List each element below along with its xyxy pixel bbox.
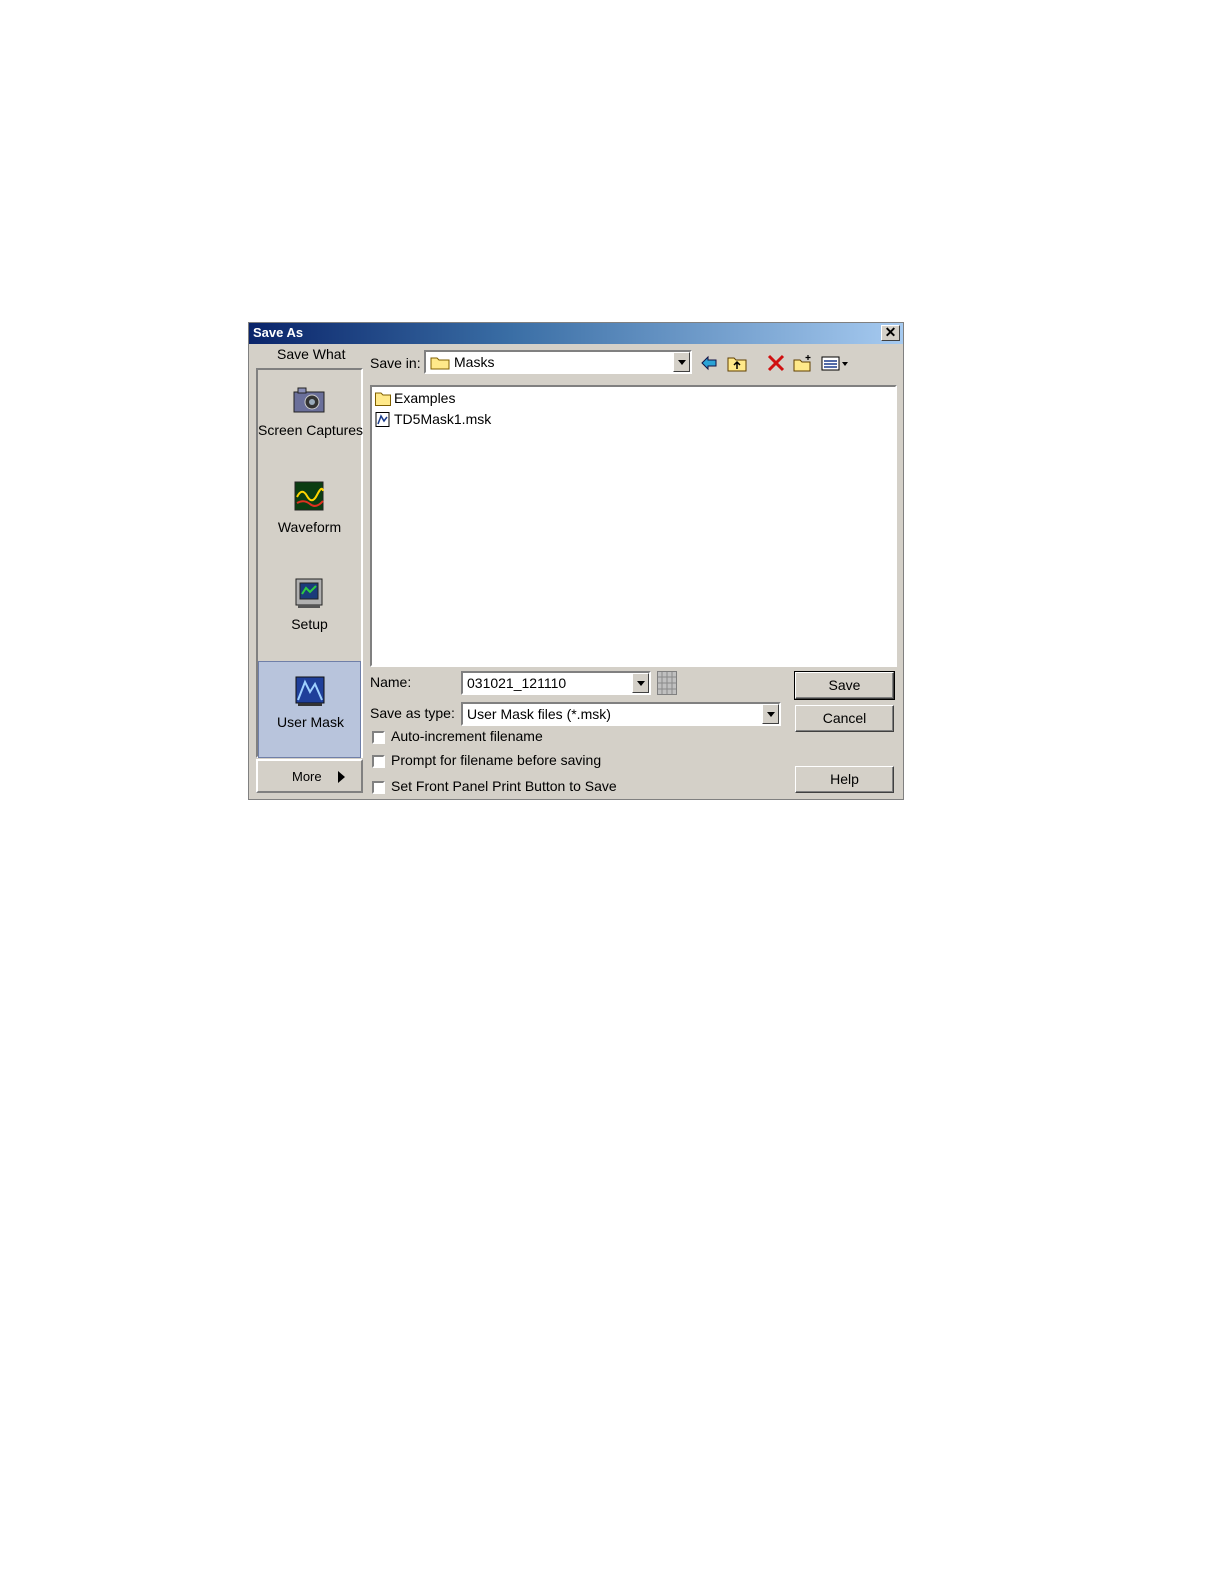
more-button[interactable]: More — [256, 759, 363, 793]
save-in-dropdown[interactable]: Masks — [424, 350, 692, 374]
save-what-sidebar: Screen Captures Waveform Setup User Mask — [256, 368, 363, 758]
sidebar-item-label: Waveform — [277, 519, 342, 535]
sidebar-item-user-mask[interactable]: User Mask — [258, 661, 361, 758]
camera-icon — [293, 387, 325, 413]
save-as-type-label: Save as type: — [370, 705, 455, 721]
sidebar-item-screen-captures[interactable]: Screen Captures — [258, 370, 364, 467]
keypad-icon[interactable] — [657, 671, 677, 695]
file-list[interactable]: Examples TD5Mask1.msk — [370, 385, 897, 667]
title-bar[interactable]: Save As ✕ — [249, 323, 903, 344]
mask-file-icon — [375, 412, 390, 427]
sidebar-item-label: Setup — [291, 616, 328, 632]
setup-icon — [295, 578, 323, 608]
view-menu-icon[interactable] — [821, 354, 851, 372]
front-panel-print-checkbox[interactable] — [372, 781, 385, 794]
save-what-label: Save What — [277, 346, 346, 362]
new-folder-icon[interactable] — [793, 354, 813, 372]
save-as-dialog: Save As ✕ Save What Screen Captures Wave… — [248, 322, 904, 800]
sidebar-item-label: User Mask — [277, 714, 344, 730]
chevron-down-icon[interactable] — [762, 704, 779, 724]
save-as-type-value: User Mask files (*.msk) — [467, 706, 611, 722]
chevron-down-icon[interactable] — [632, 673, 649, 693]
save-as-type-dropdown[interactable]: User Mask files (*.msk) — [461, 702, 781, 726]
list-item[interactable]: Examples — [375, 390, 575, 408]
waveform-icon — [294, 481, 324, 511]
sidebar-item-label: Screen Captures — [258, 422, 364, 438]
file-name: Examples — [394, 390, 456, 406]
dialog-title: Save As — [253, 325, 304, 340]
file-name: TD5Mask1.msk — [394, 411, 492, 427]
name-field[interactable]: 031021_121110 — [461, 671, 651, 695]
sidebar-item-waveform[interactable]: Waveform — [258, 467, 361, 564]
user-mask-icon — [295, 676, 325, 706]
sidebar-item-setup[interactable]: Setup — [258, 564, 361, 661]
name-value: 031021_121110 — [467, 675, 567, 691]
chevron-right-icon — [338, 771, 345, 783]
close-button[interactable]: ✕ — [881, 325, 900, 341]
auto-increment-checkbox[interactable] — [372, 731, 385, 744]
front-panel-print-label: Set Front Panel Print Button to Save — [391, 778, 617, 794]
save-in-value: Masks — [454, 354, 495, 370]
prompt-filename-label: Prompt for filename before saving — [391, 752, 602, 768]
back-icon[interactable] — [699, 354, 719, 372]
name-label: Name: — [370, 674, 412, 690]
save-in-label: Save in: — [370, 355, 421, 371]
more-label: More — [292, 769, 322, 784]
auto-increment-label: Auto-increment filename — [391, 728, 543, 744]
list-item[interactable]: TD5Mask1.msk — [375, 411, 575, 429]
help-button[interactable]: Help — [795, 766, 894, 793]
cancel-button[interactable]: Cancel — [795, 705, 894, 732]
delete-icon[interactable] — [766, 354, 786, 372]
prompt-filename-checkbox[interactable] — [372, 755, 385, 768]
folder-icon — [430, 357, 450, 370]
folder-icon — [375, 392, 391, 406]
chevron-down-icon[interactable] — [673, 352, 690, 372]
up-folder-icon[interactable] — [727, 354, 747, 372]
save-button[interactable]: Save — [794, 671, 895, 700]
